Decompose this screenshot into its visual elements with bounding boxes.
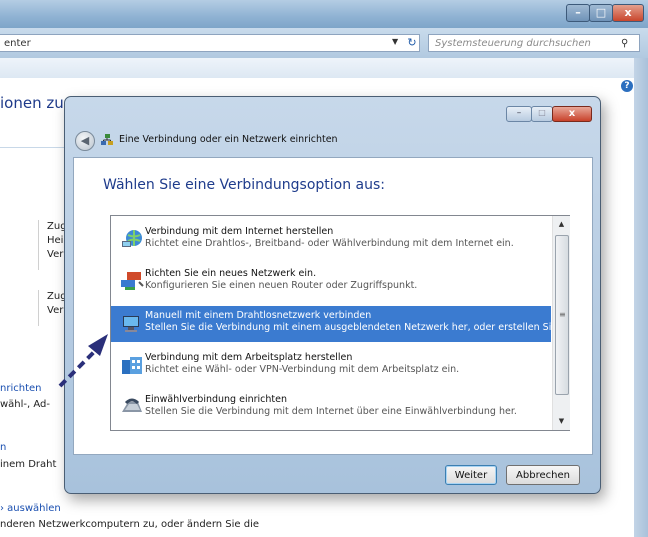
scroll-thumb[interactable]: ≡ xyxy=(555,235,569,395)
task-description: nderen Netzwerkcomputern zu, oder ändern… xyxy=(0,519,260,530)
chevron-down-icon[interactable]: ▼ xyxy=(392,37,398,46)
close-button[interactable]: x xyxy=(612,4,644,22)
list-item[interactable]: Verbindung mit dem Internet herstellen R… xyxy=(111,222,551,258)
option-description: Konfigurieren Sie einen neuen Router ode… xyxy=(145,280,418,291)
task-link[interactable]: n xyxy=(0,442,6,453)
option-description: Richtet eine Drahtlos-, Breitband- oder … xyxy=(145,238,514,249)
connection-dialog: – □ x ◀ Eine Verbindung oder ein Netzwer… xyxy=(64,96,601,494)
wireless-computer-icon xyxy=(123,316,139,332)
workplace-icon xyxy=(122,357,142,374)
dialog-maximize-button[interactable]: □ xyxy=(531,106,553,122)
option-description: Richtet eine Wähl- oder VPN-Verbindung m… xyxy=(145,364,460,375)
minimize-button[interactable]: – xyxy=(566,4,590,22)
option-description: Stellen Sie die Verbindung mit einem aus… xyxy=(145,322,578,333)
list-item-selected[interactable]: Manuell mit einem Drahtlosnetzwerk verbi… xyxy=(111,306,578,342)
help-icon[interactable]: ? xyxy=(621,80,633,92)
next-button[interactable]: Weiter xyxy=(445,465,497,485)
dialog-title: Eine Verbindung oder ein Netzwerk einric… xyxy=(119,134,338,145)
task-description: wähl-, Ad- xyxy=(0,399,51,410)
cancel-button[interactable]: Abbrechen xyxy=(506,465,580,485)
option-title: Verbindung mit dem Internet herstellen xyxy=(145,226,334,237)
page-heading: ionen zu xyxy=(0,94,64,112)
option-description: Stellen Sie die Verbindung mit dem Inter… xyxy=(145,406,517,417)
toolbar xyxy=(0,58,648,79)
window-border xyxy=(634,58,648,537)
router-icon xyxy=(121,272,144,290)
background-title-bar xyxy=(0,0,648,28)
back-arrow-icon[interactable]: ◀ xyxy=(75,131,95,151)
connection-options-list[interactable]: Verbindung mit dem Internet herstellen R… xyxy=(110,215,578,431)
grip-icon: ≡ xyxy=(559,310,566,319)
list-item[interactable]: Richten Sie ein neues Netzwerk ein. Konf… xyxy=(111,264,551,300)
address-bar-area: enter ▼ ↻ Systemsteuerung durchsuchen ⚲ xyxy=(0,28,648,58)
dialog-close-button[interactable]: x xyxy=(552,106,592,122)
task-description: inem Draht xyxy=(0,459,57,470)
network-icon xyxy=(101,134,113,145)
dialup-modem-icon xyxy=(122,398,142,412)
dialog-body: Wählen Sie eine Verbindungsoption aus: V… xyxy=(73,157,593,455)
list-item[interactable]: Einwählverbindung einrichten Stellen Sie… xyxy=(111,390,551,426)
option-title: Manuell mit einem Drahtlosnetzwerk verbi… xyxy=(145,310,372,321)
list-item[interactable]: Verbindung mit dem Arbeitsplatz herstell… xyxy=(111,348,551,384)
task-link[interactable]: › auswählen xyxy=(0,503,61,514)
task-link[interactable]: nrichten xyxy=(0,383,41,394)
breadcrumb[interactable]: enter xyxy=(0,34,420,52)
option-title: Verbindung mit dem Arbeitsplatz herstell… xyxy=(145,352,353,363)
refresh-icon[interactable]: ↻ xyxy=(402,35,422,51)
dialog-heading: Wählen Sie eine Verbindungsoption aus: xyxy=(103,177,386,193)
scroll-up-icon[interactable]: ▲ xyxy=(554,217,569,232)
option-title: Einwählverbindung einrichten xyxy=(145,394,287,405)
option-title: Richten Sie ein neues Netzwerk ein. xyxy=(145,268,317,279)
globe-network-icon xyxy=(122,230,142,247)
search-input[interactable]: Systemsteuerung durchsuchen xyxy=(428,34,640,52)
maximize-button[interactable]: □ xyxy=(589,4,613,22)
dialog-minimize-button[interactable]: – xyxy=(506,106,532,122)
scrollbar[interactable]: ▲ ≡ ▼ xyxy=(552,216,570,430)
scroll-down-icon[interactable]: ▼ xyxy=(554,414,569,429)
search-icon[interactable]: ⚲ xyxy=(621,38,628,49)
